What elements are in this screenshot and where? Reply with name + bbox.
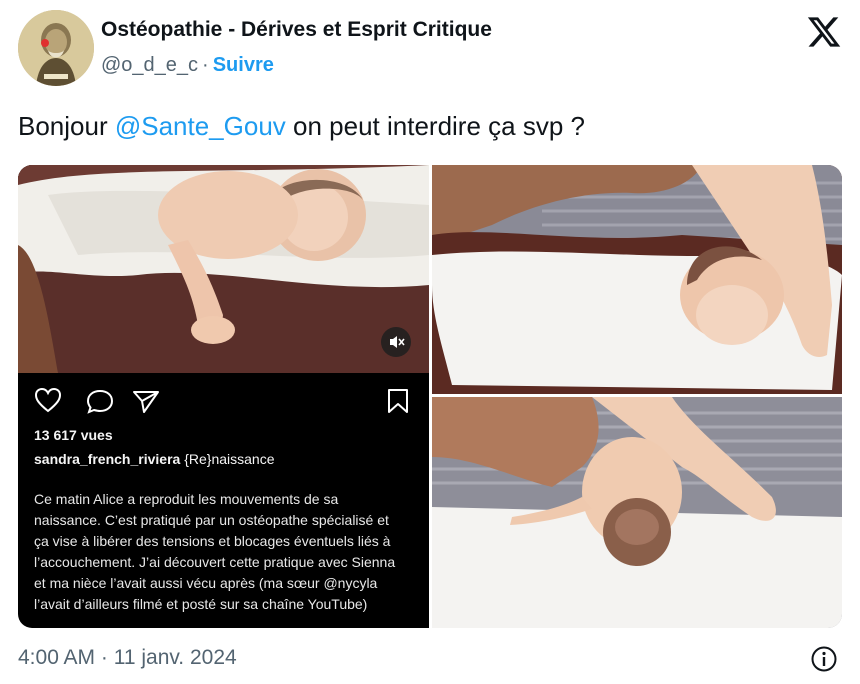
instagram-action-bar — [34, 387, 414, 415]
media-image-top-right[interactable] — [432, 165, 842, 394]
baby-photo-2 — [432, 165, 842, 394]
bookmark-icon[interactable] — [388, 389, 408, 413]
info-icon[interactable] — [810, 645, 838, 673]
follow-button[interactable]: Suivre — [213, 54, 274, 76]
tweet-text-after: on peut interdire ça svp ? — [285, 111, 585, 141]
media-image-bottom-right[interactable] — [432, 397, 842, 628]
media-image-instagram[interactable]: 13 617 vues sandra_french_riviera {Re}na… — [18, 165, 429, 628]
tweet-text: Bonjour @Sante_Gouv on peut interdire ça… — [18, 111, 585, 142]
baby-photo-1 — [18, 165, 429, 373]
instagram-caption: Ce matin Alice a reproduit les mouvement… — [34, 491, 396, 612]
baby-photo-3 — [432, 397, 842, 628]
mention-link[interactable]: @Sante_Gouv — [115, 111, 286, 141]
instagram-title: {Re}naissance — [184, 451, 275, 467]
author-handle[interactable]: @o_d_e_c — [101, 54, 198, 76]
tweet-text-before: Bonjour — [18, 111, 115, 141]
author-name[interactable]: Ostéopathie - Dérives et Esprit Critique — [101, 18, 492, 42]
separator-dot: · — [202, 54, 209, 76]
x-logo-icon[interactable] — [806, 14, 842, 50]
media-grid: 13 617 vues sandra_french_riviera {Re}na… — [18, 165, 842, 628]
heart-icon[interactable] — [34, 387, 62, 413]
author-avatar[interactable] — [18, 10, 94, 86]
views-count: 13 617 vues — [34, 427, 113, 443]
share-icon[interactable] — [133, 391, 159, 413]
author-handle-line: @o_d_e_c · Suivre — [101, 54, 274, 77]
mute-icon[interactable] — [381, 327, 411, 357]
comment-icon[interactable] — [86, 389, 114, 414]
instagram-user-line: sandra_french_riviera {Re}naissance — [34, 451, 275, 467]
instagram-username[interactable]: sandra_french_riviera — [34, 451, 180, 467]
tweet-timestamp[interactable]: 4:00 AM · 11 janv. 2024 — [18, 646, 237, 670]
